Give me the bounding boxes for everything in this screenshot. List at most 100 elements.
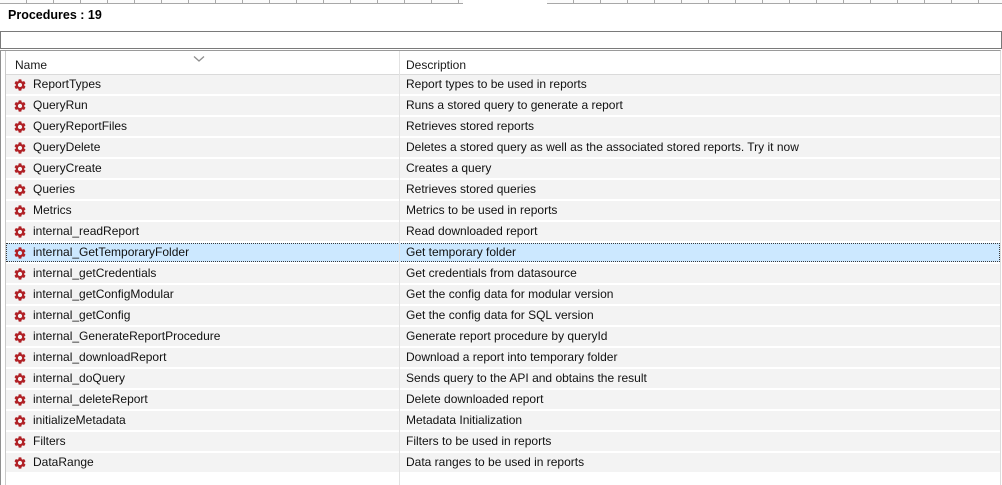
gear-icon [13, 288, 27, 302]
procedure-name: internal_readReport [33, 222, 139, 241]
procedure-description: Delete downloaded report [399, 390, 1000, 409]
gear-icon [13, 414, 27, 428]
procedure-name-cell: Queries [6, 180, 399, 199]
procedure-description: Get the config data for modular version [399, 285, 1000, 304]
table-row[interactable]: internal_GenerateReportProcedure Generat… [6, 327, 1000, 346]
panel-title: Procedures : 19 [8, 8, 102, 22]
procedure-name: internal_deleteReport [33, 390, 148, 409]
gear-icon [13, 225, 27, 239]
procedure-description: Get credentials from datasource [399, 264, 1000, 283]
procedure-name: Queries [33, 180, 75, 199]
column-header-description-label: Description [406, 58, 466, 72]
procedure-name-cell: internal_getConfig [6, 306, 399, 325]
procedure-description: Metadata Initialization [399, 411, 1000, 430]
procedure-name-cell: internal_GetTemporaryFolder [6, 243, 399, 262]
procedure-name: QueryReportFiles [33, 117, 127, 136]
table-row[interactable]: Filters Filters to be used in reports [6, 432, 1000, 451]
gear-icon [13, 162, 27, 176]
procedure-name: internal_doQuery [33, 369, 125, 388]
procedure-name-cell: QueryCreate [6, 159, 399, 178]
gear-icon [13, 267, 27, 281]
procedure-description: Sends query to the API and obtains the r… [399, 369, 1000, 388]
procedure-name: ReportTypes [33, 75, 101, 94]
procedure-description: Get the config data for SQL version [399, 306, 1000, 325]
filter-input[interactable] [0, 31, 1002, 49]
table-body: ReportTypes Report types to be used in r… [6, 75, 1000, 472]
procedures-table: Name Description ReportTypes Report type… [0, 50, 1001, 485]
procedure-name: QueryRun [33, 96, 88, 115]
gear-icon [13, 372, 27, 386]
table-row[interactable]: internal_GetTemporaryFolder Get temporar… [6, 243, 1000, 262]
table-row[interactable]: internal_readReport Read downloaded repo… [6, 222, 1000, 241]
gear-icon [13, 456, 27, 470]
gear-icon [13, 183, 27, 197]
procedure-name: Filters [33, 432, 66, 451]
table-row[interactable]: QueryDelete Deletes a stored query as we… [6, 138, 1000, 157]
procedures-panel: Procedures : 19 Name Description [0, 0, 1002, 485]
table-row[interactable]: internal_getConfigModular Get the config… [6, 285, 1000, 304]
procedure-description: Data ranges to be used in reports [399, 453, 1000, 472]
table-row[interactable]: Queries Retrieves stored queries [6, 180, 1000, 199]
gear-icon [13, 141, 27, 155]
procedure-name-cell: ReportTypes [6, 75, 399, 94]
procedure-name: internal_getConfigModular [33, 285, 174, 304]
procedure-description: Metrics to be used in reports [399, 201, 1000, 220]
table-row[interactable]: DataRange Data ranges to be used in repo… [6, 453, 1000, 472]
gear-icon [13, 309, 27, 323]
procedure-name-cell: QueryReportFiles [6, 117, 399, 136]
gear-icon [13, 204, 27, 218]
procedure-description: Report types to be used in reports [399, 75, 1000, 94]
procedure-name: internal_getCredentials [33, 264, 156, 283]
table-row[interactable]: internal_downloadReport Download a repor… [6, 348, 1000, 367]
procedure-description: Filters to be used in reports [399, 432, 1000, 451]
table-inner: Name Description ReportTypes Report type… [5, 51, 1000, 485]
table-row[interactable]: Metrics Metrics to be used in reports [6, 201, 1000, 220]
procedure-name: initializeMetadata [33, 411, 126, 430]
gear-icon [13, 246, 27, 260]
table-row[interactable]: ReportTypes Report types to be used in r… [6, 75, 1000, 94]
procedure-description: Generate report procedure by queryId [399, 327, 1000, 346]
procedure-name-cell: internal_readReport [6, 222, 399, 241]
gear-icon [13, 330, 27, 344]
procedure-name: internal_GetTemporaryFolder [33, 243, 189, 262]
table-row[interactable]: internal_getCredentials Get credentials … [6, 264, 1000, 283]
table-row[interactable]: QueryReportFiles Retrieves stored report… [6, 117, 1000, 136]
table-row[interactable]: internal_doQuery Sends query to the API … [6, 369, 1000, 388]
procedure-description: Deletes a stored query as well as the as… [399, 138, 1000, 157]
procedure-name-cell: QueryRun [6, 96, 399, 115]
column-header-name[interactable]: Name [6, 51, 399, 74]
table-row[interactable]: QueryCreate Creates a query [6, 159, 1000, 178]
procedure-name-cell: DataRange [6, 453, 399, 472]
grid-ticks-left [0, 0, 463, 4]
chevron-down-icon [192, 52, 206, 60]
column-resize-handle[interactable] [399, 51, 400, 485]
gear-icon [13, 120, 27, 134]
procedure-name-cell: internal_doQuery [6, 369, 399, 388]
procedure-name-cell: Filters [6, 432, 399, 451]
procedure-name-cell: internal_deleteReport [6, 390, 399, 409]
gear-icon [13, 99, 27, 113]
procedure-name: internal_downloadReport [33, 348, 166, 367]
procedure-name: Metrics [33, 201, 72, 220]
procedure-description: Download a report into temporary folder [399, 348, 1000, 367]
column-header-description[interactable]: Description [399, 51, 1000, 74]
procedure-name-cell: QueryDelete [6, 138, 399, 157]
grid-ticks-right [547, 0, 1002, 4]
grid-ticks-gap [463, 0, 547, 4]
table-row[interactable]: initializeMetadata Metadata Initializati… [6, 411, 1000, 430]
table-row[interactable]: internal_getConfig Get the config data f… [6, 306, 1000, 325]
table-row[interactable]: QueryRun Runs a stored query to generate… [6, 96, 1000, 115]
procedure-name: internal_GenerateReportProcedure [33, 327, 220, 346]
procedure-description: Runs a stored query to generate a report [399, 96, 1000, 115]
procedure-description: Retrieves stored reports [399, 117, 1000, 136]
gear-icon [13, 351, 27, 365]
procedure-name: DataRange [33, 453, 94, 472]
procedure-description: Get temporary folder [399, 243, 1000, 262]
gear-icon [13, 435, 27, 449]
table-row[interactable]: internal_deleteReport Delete downloaded … [6, 390, 1000, 409]
procedure-name-cell: internal_getConfigModular [6, 285, 399, 304]
table-header: Name Description [6, 51, 1000, 75]
procedure-name-cell: initializeMetadata [6, 411, 399, 430]
gear-icon [13, 78, 27, 92]
procedure-name: QueryCreate [33, 159, 102, 178]
